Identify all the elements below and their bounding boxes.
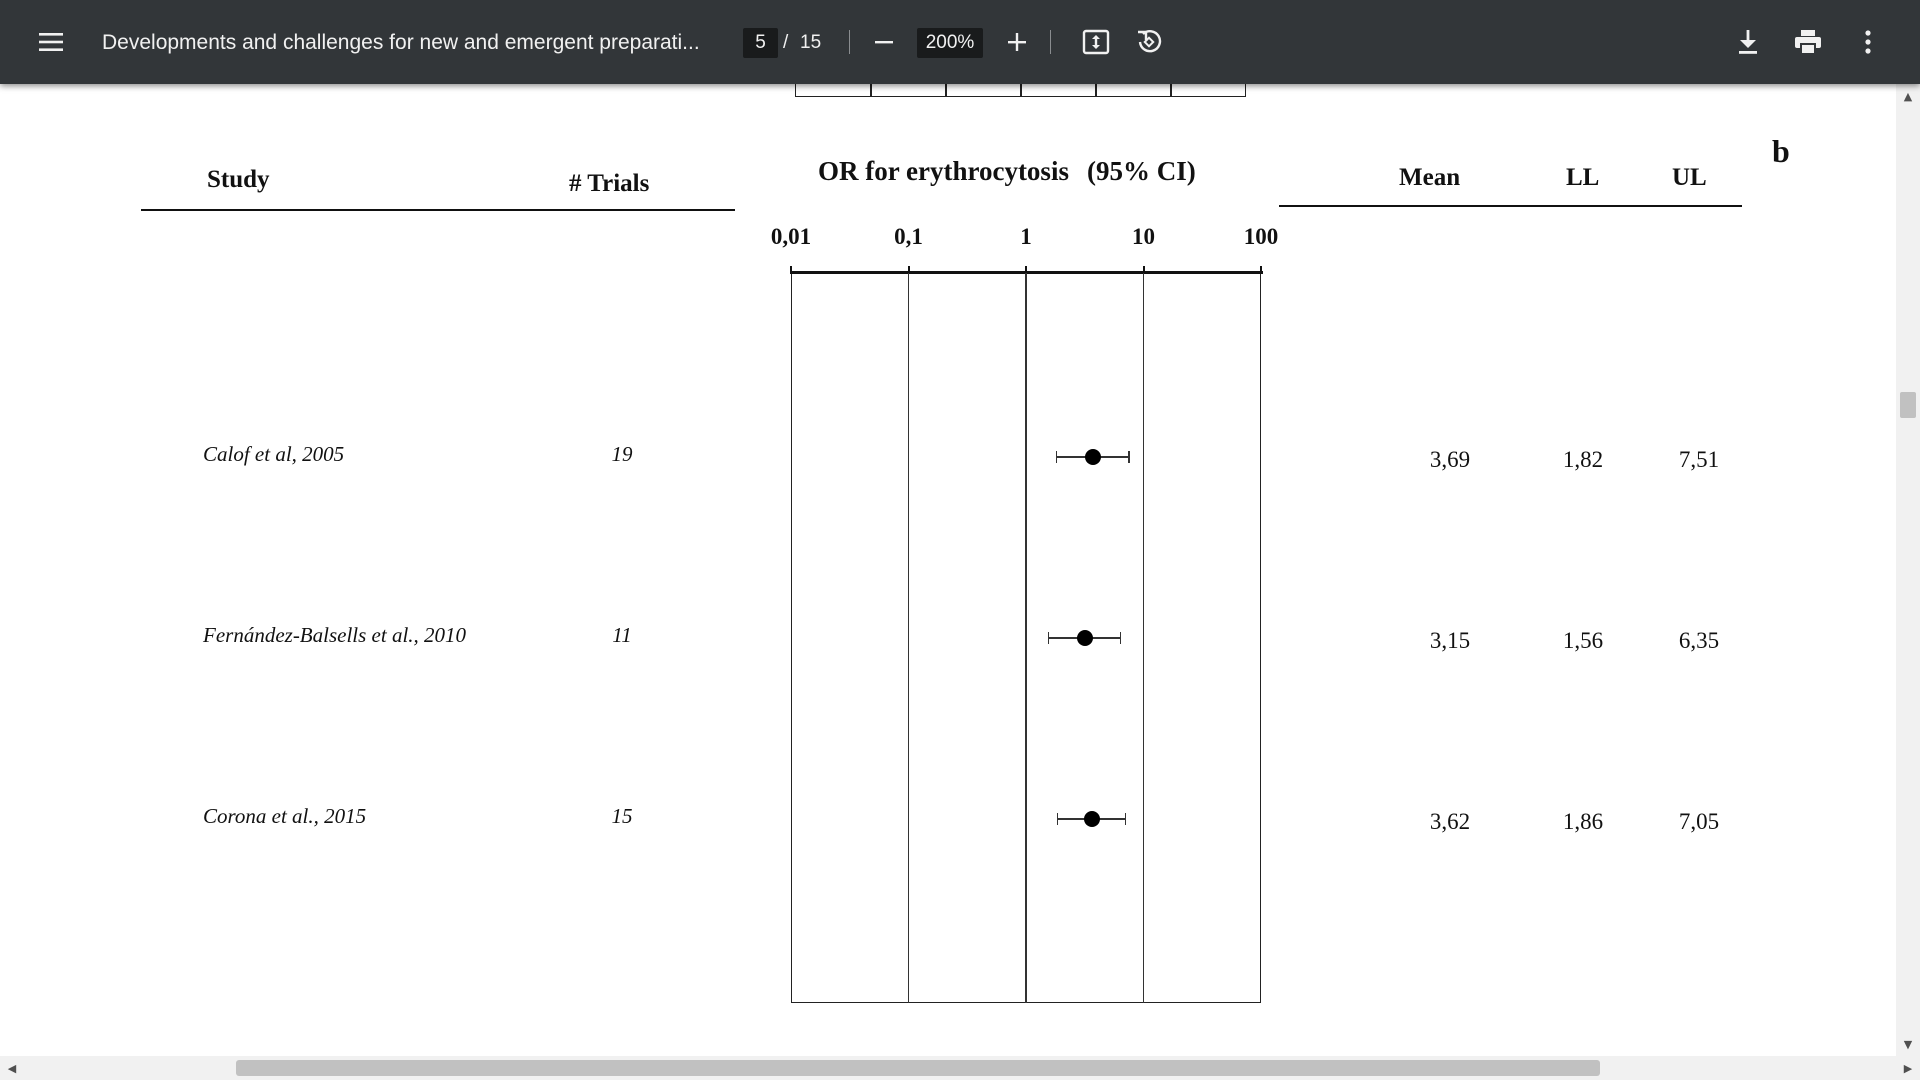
scroll-up-arrow-icon[interactable]: ▲ — [1896, 86, 1920, 106]
ul-value: 7,05 — [1678, 809, 1720, 834]
mean-value: 3,69 — [1429, 447, 1471, 472]
download-icon — [1739, 30, 1757, 54]
print-icon — [1795, 30, 1821, 55]
ci-cap — [1119, 632, 1122, 644]
fit-to-page-icon — [1082, 29, 1110, 55]
plot-gridline — [1025, 273, 1027, 1003]
ci-cap — [1128, 451, 1130, 463]
pdf-toolbar: Developments and challenges for new and … — [0, 0, 1920, 84]
menu-button[interactable] — [31, 22, 71, 62]
study-name: Fernández-Balsells et al., 2010 — [203, 623, 467, 647]
ci-cap — [1056, 813, 1059, 825]
x-axis-tick — [1260, 266, 1262, 274]
zoom-in-button[interactable] — [997, 22, 1037, 62]
rotate-button[interactable] — [1129, 22, 1169, 62]
zoom-level-input[interactable] — [917, 28, 983, 58]
plot-gridline — [1142, 273, 1145, 1003]
page-separator: / — [783, 32, 789, 53]
fit-to-page-button[interactable] — [1076, 22, 1116, 62]
pdf-page: b Study # Trials OR for erythrocytosis (9… — [0, 84, 1896, 1056]
scroll-right-arrow-icon[interactable]: ▶ — [1898, 1056, 1918, 1080]
ci-cap — [1124, 813, 1127, 825]
trials-count: 19 — [611, 442, 633, 466]
vertical-scroll-thumb[interactable] — [1900, 392, 1916, 418]
document-viewport[interactable]: b Study # Trials OR for erythrocytosis (9… — [0, 84, 1896, 1056]
zoom-out-icon — [875, 41, 893, 44]
menu-icon — [39, 33, 63, 51]
plot-gridline — [907, 273, 910, 1003]
ll-value: 1,82 — [1562, 447, 1604, 472]
odds-ratio-point — [1076, 630, 1093, 646]
trials-count: 11 — [612, 623, 632, 647]
toolbar-divider — [849, 30, 850, 54]
odds-ratio-point — [1083, 811, 1100, 827]
toolbar-divider — [1050, 30, 1051, 54]
scroll-left-arrow-icon[interactable]: ◀ — [2, 1056, 22, 1080]
horizontal-scrollbar[interactable]: ◀ ▶ — [0, 1056, 1920, 1080]
page-number-input[interactable] — [743, 28, 778, 58]
x-tick-label: 0,1 — [894, 224, 923, 249]
x-axis — [791, 271, 1263, 274]
ci-cap — [1055, 451, 1058, 463]
ul-value: 6,35 — [1678, 628, 1720, 653]
rotate-icon — [1138, 29, 1162, 53]
page-total: 15 — [800, 32, 822, 53]
mean-value: 3,62 — [1429, 809, 1471, 834]
ul-value: 7,51 — [1678, 447, 1720, 472]
forest-plot — [0, 84, 1896, 1056]
x-tick-label: 0,01 — [770, 224, 812, 249]
vertical-scrollbar[interactable]: ▲ ▼ — [1896, 84, 1920, 1056]
study-name: Calof et al, 2005 — [203, 442, 345, 466]
mean-value: 3,15 — [1429, 628, 1471, 653]
ll-value: 1,56 — [1562, 628, 1604, 653]
odds-ratio-point — [1084, 449, 1101, 465]
horizontal-scroll-thumb[interactable] — [236, 1060, 1600, 1076]
ci-cap — [1047, 632, 1050, 644]
trials-count: 15 — [611, 804, 633, 828]
more-options-button[interactable] — [1848, 22, 1888, 62]
study-name: Corona et al., 2015 — [203, 804, 367, 828]
print-button[interactable] — [1788, 22, 1828, 62]
x-axis-tick — [790, 266, 792, 274]
download-button[interactable] — [1728, 22, 1768, 62]
x-tick-label: 10 — [1132, 224, 1155, 249]
ll-value: 1,86 — [1562, 809, 1604, 834]
zoom-in-icon — [1008, 33, 1026, 51]
x-tick-label: 1 — [1020, 224, 1032, 249]
scroll-down-arrow-icon[interactable]: ▼ — [1896, 1034, 1920, 1054]
zoom-out-button[interactable] — [864, 22, 904, 62]
x-tick-label: 100 — [1243, 224, 1279, 249]
more-vert-icon — [1865, 30, 1871, 54]
document-title: Developments and challenges for new and … — [102, 31, 700, 54]
